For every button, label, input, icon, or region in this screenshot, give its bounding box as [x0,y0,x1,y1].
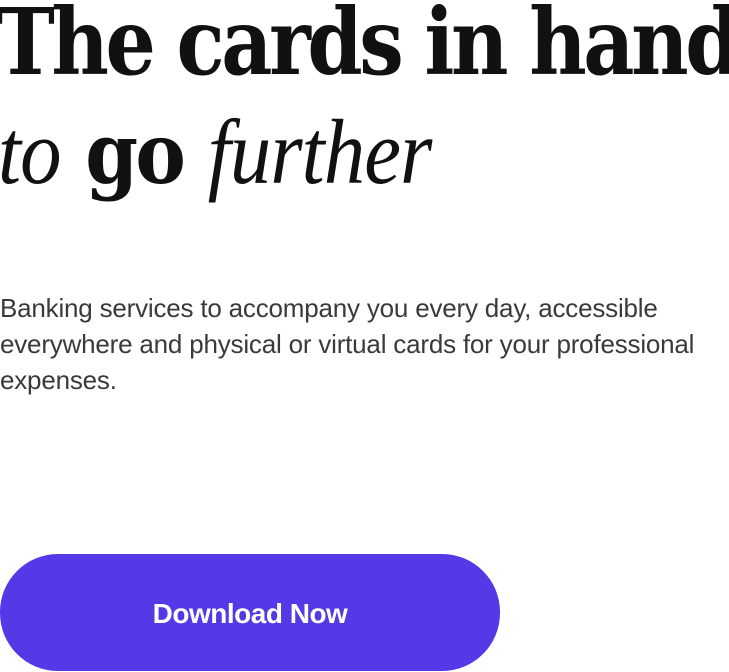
hero-subtitle: Banking services to accompany you every … [0,293,695,395]
hero-title-line-2: to go further [0,106,432,198]
hero-title-word-further: further [207,101,433,203]
hero-title-word-go: go [85,104,186,203]
hero-title-word-to: to [0,101,62,203]
download-now-button[interactable]: Download Now [0,554,500,671]
hero-title-line-1: The cards in hand [0,0,729,96]
